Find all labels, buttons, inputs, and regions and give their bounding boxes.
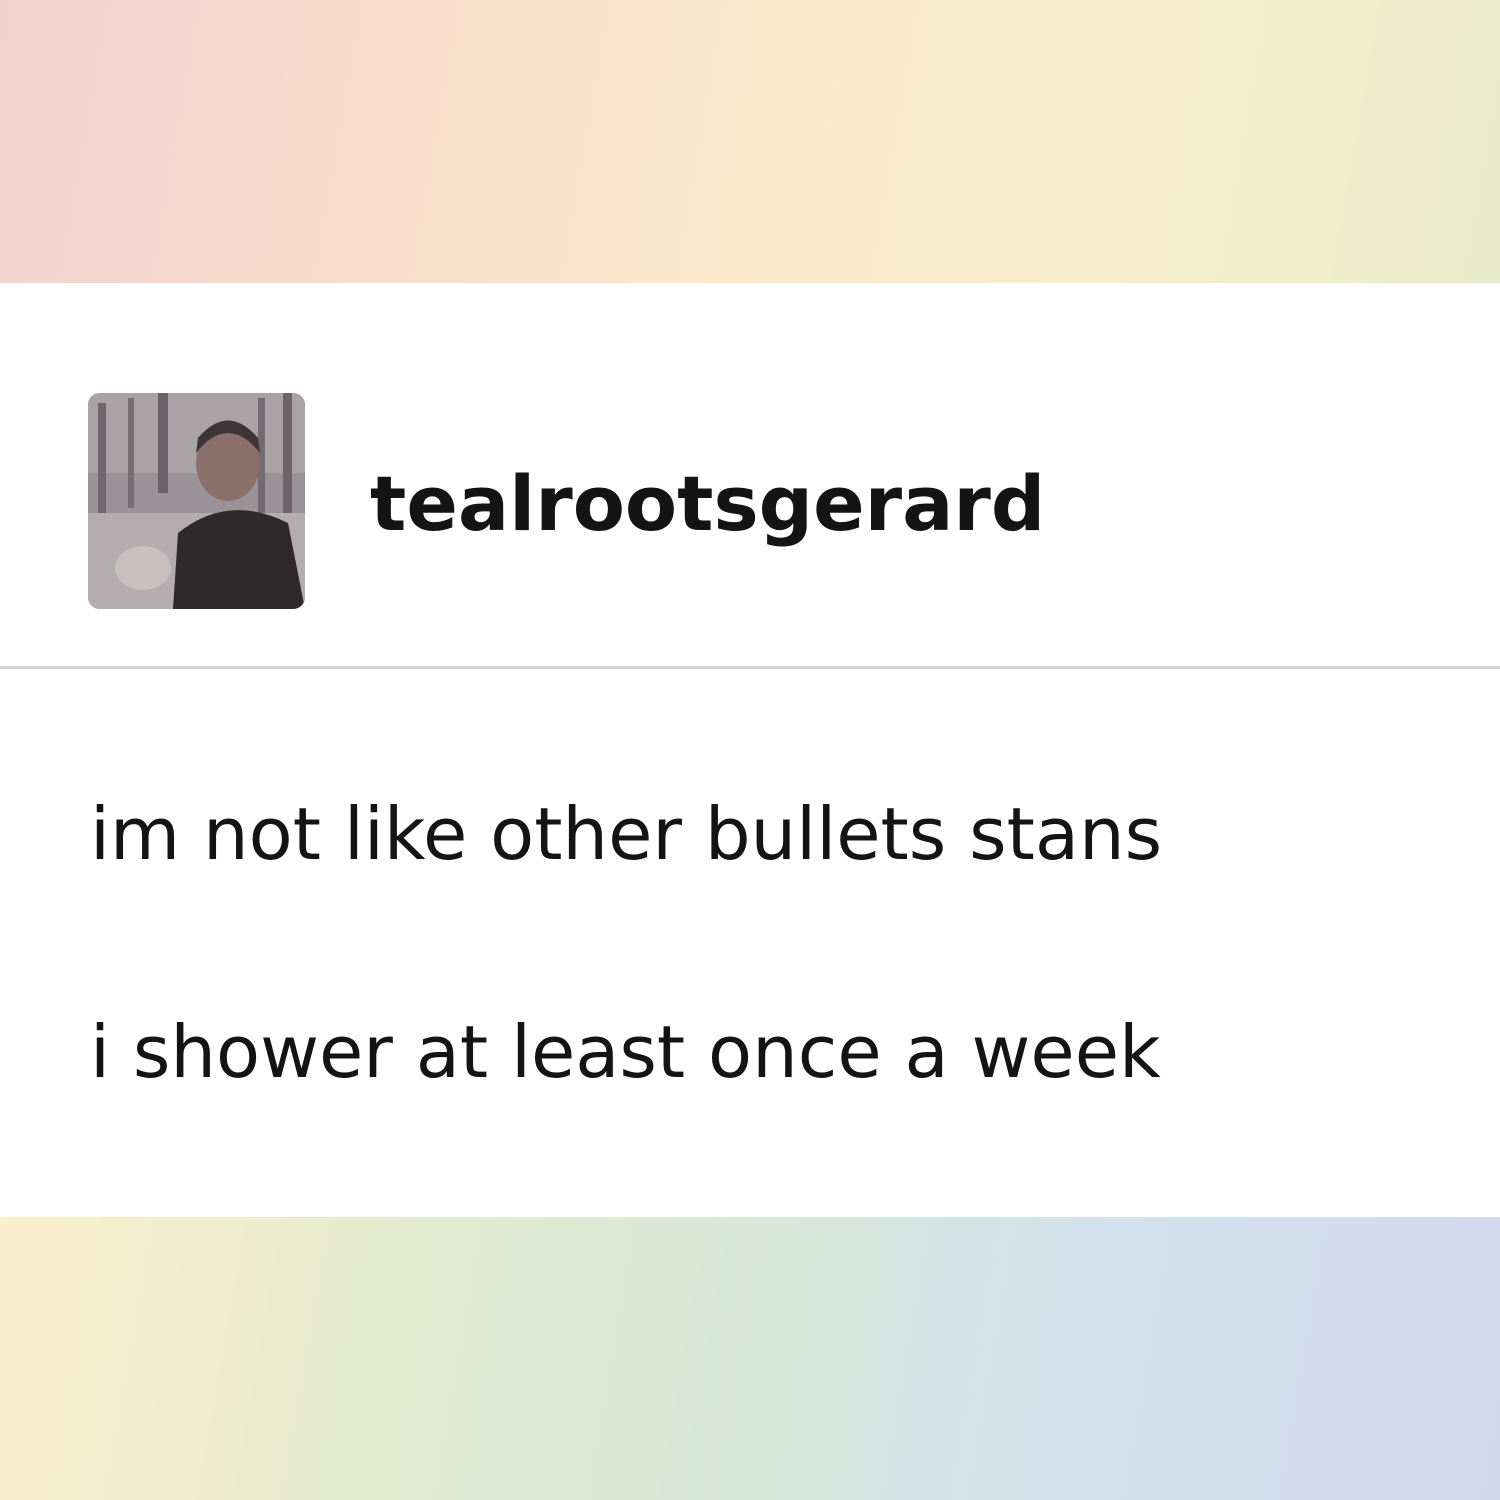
avatar-photo-graphic — [88, 393, 305, 609]
bottom-gradient-band — [0, 1217, 1500, 1500]
user-avatar-icon[interactable] — [88, 393, 305, 609]
tumblr-post-card: tealrootsgerard im not like other bullet… — [0, 283, 1500, 1217]
top-gradient-band — [0, 0, 1500, 283]
header-divider — [0, 666, 1500, 669]
post-text-line: i shower at least once a week — [90, 1010, 1161, 1094]
post-username[interactable]: tealrootsgerard — [370, 459, 1045, 549]
post-text-line: im not like other bullets stans — [90, 792, 1163, 876]
